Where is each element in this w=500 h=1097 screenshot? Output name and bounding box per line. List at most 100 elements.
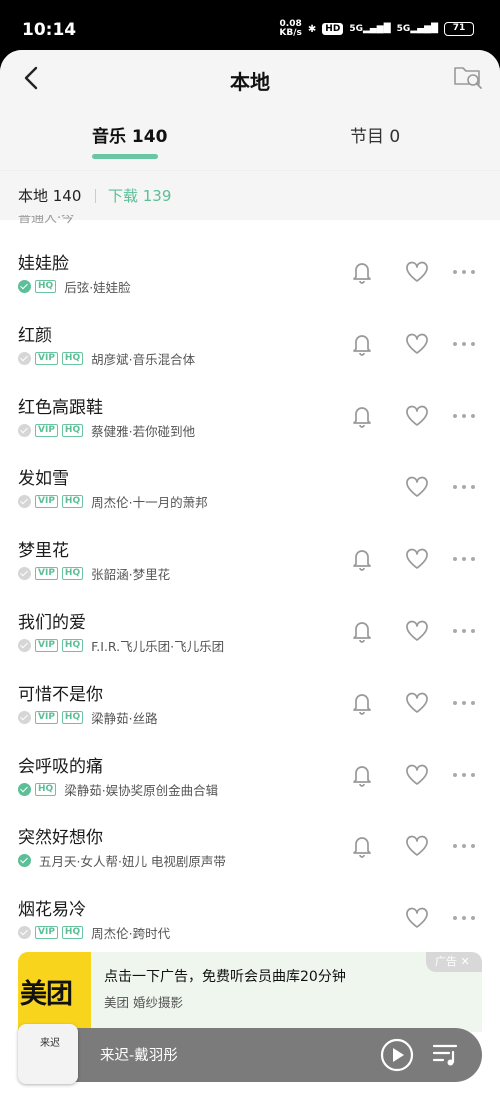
song-row[interactable]: 娃娃脸 HQ 后弦·娃娃脸 — [0, 237, 500, 309]
mini-player[interactable]: 来迟 来迟-戴羽彤 — [18, 1024, 482, 1084]
song-meta: VIP HQ 张韶涵·梦里花 — [18, 564, 170, 583]
song-artist-album: 后弦·娃娃脸 — [64, 280, 131, 295]
playlist-icon[interactable] — [432, 1042, 460, 1068]
vip-badge: VIP — [35, 638, 58, 652]
hq-badge: HQ — [35, 782, 57, 796]
active-tab-indicator — [92, 154, 158, 159]
song-meta: HQ 后弦·娃娃脸 — [18, 277, 131, 296]
heart-icon[interactable] — [405, 692, 429, 714]
song-artist-album: 周杰伦·跨时代 — [91, 926, 171, 942]
network-speed: 0.08 KB/s — [279, 20, 301, 38]
folder-search-icon[interactable] — [452, 62, 484, 92]
song-row[interactable]: 发如雪 VIP HQ 周杰伦·十一月的萧邦 — [0, 452, 500, 524]
vip-badge: VIP — [35, 423, 58, 437]
heart-icon[interactable] — [405, 907, 429, 929]
song-meta: VIP HQ 蔡健雅·若你碰到他 — [18, 421, 195, 440]
downloaded-check-icon — [18, 423, 31, 437]
heart-icon[interactable] — [405, 764, 429, 786]
song-meta: VIP HQ F.I.R.飞儿乐团·飞儿乐团 — [18, 636, 224, 655]
album-art[interactable]: 来迟 — [18, 1024, 78, 1084]
bell-icon[interactable] — [350, 833, 374, 859]
song-row[interactable]: 红颜 VIP HQ 胡彦斌·音乐混合体 — [0, 309, 500, 381]
ad-banner[interactable]: 美团 点击一下广告，免费听会员曲库20分钟 美团 婚纱摄影 广告 ✕ — [18, 952, 482, 1032]
song-row[interactable]: 可惜不是你 VIP HQ 梁静茹·丝路 — [0, 668, 500, 740]
song-row[interactable]: 我们的爱 VIP HQ F.I.R.飞儿乐团·飞儿乐团 — [0, 596, 500, 668]
downloaded-check-icon — [18, 638, 31, 652]
downloaded-check-icon — [18, 710, 31, 724]
song-meta: 五月天·女人帮·妞儿 电视剧原声带 — [18, 851, 226, 870]
ad-subtitle: 美团 婚纱摄影 — [104, 995, 183, 1010]
filter-download[interactable]: 下载 139 — [108, 185, 171, 206]
heart-icon[interactable] — [405, 620, 429, 642]
more-icon[interactable] — [452, 484, 476, 490]
song-row[interactable]: 会呼吸的痛 HQ 梁静茹·娱协奖原创金曲合辑 — [0, 740, 500, 812]
downloaded-check-icon — [18, 926, 31, 940]
ad-logo: 美团 — [18, 952, 91, 1032]
tab-programs[interactable]: 节目 0 — [350, 122, 400, 147]
song-artist-album: 张韶涵·梦里花 — [91, 567, 171, 583]
song-row[interactable]: 梦里花 VIP HQ 张韶涵·梦里花 — [0, 524, 500, 596]
more-icon[interactable] — [452, 915, 476, 921]
downloaded-check-icon — [18, 495, 31, 509]
bell-icon[interactable] — [350, 331, 374, 357]
more-icon[interactable] — [452, 700, 476, 706]
vip-badge: VIP — [35, 567, 58, 581]
song-artist-album: 梁静茹·娱协奖原创金曲合辑 — [64, 782, 219, 798]
bell-icon[interactable] — [350, 259, 374, 285]
song-row[interactable]: 突然好想你 五月天·女人帮·妞儿 电视剧原声带 — [0, 811, 500, 883]
vip-badge: VIP — [35, 710, 58, 724]
filter-local[interactable]: 本地 140 — [18, 185, 81, 206]
song-title: 娃娃脸 — [18, 254, 69, 274]
heart-icon[interactable] — [405, 333, 429, 355]
hq-badge: HQ — [61, 423, 84, 437]
song-title: 梦里花 — [18, 541, 69, 562]
song-title: 可惜不是你 — [18, 684, 103, 705]
signal-icon: 5G▂▄▆█ — [349, 24, 391, 34]
heart-icon[interactable] — [405, 261, 429, 283]
song-meta: HQ 梁静茹·娱协奖原创金曲合辑 — [18, 780, 218, 799]
hq-badge: HQ — [61, 926, 84, 940]
bell-icon[interactable] — [350, 403, 374, 429]
bell-icon[interactable] — [350, 690, 374, 716]
song-artist-album: F.I.R.飞儿乐团·飞儿乐团 — [91, 638, 225, 654]
more-icon[interactable] — [452, 556, 476, 562]
battery-icon: 71 — [444, 22, 474, 36]
downloaded-check-icon — [18, 567, 31, 581]
more-icon[interactable] — [452, 269, 476, 275]
hq-badge: HQ — [61, 638, 84, 652]
header: 本地 音乐 140 节目 0 — [0, 50, 500, 170]
heart-icon[interactable] — [405, 476, 429, 498]
heart-icon[interactable] — [405, 405, 429, 427]
vip-badge: VIP — [35, 495, 58, 509]
play-icon[interactable] — [380, 1038, 414, 1072]
heart-icon[interactable] — [405, 835, 429, 857]
hq-badge: HQ — [61, 495, 84, 509]
downloaded-check-icon — [18, 280, 31, 293]
song-artist-album: 五月天·女人帮·妞儿 电视剧原声带 — [39, 854, 226, 870]
partial-row-text: 普通人·今 — [18, 215, 75, 226]
bell-icon[interactable] — [350, 762, 374, 788]
song-meta: VIP HQ 周杰伦·跨时代 — [18, 923, 170, 942]
heart-icon[interactable] — [405, 548, 429, 570]
now-playing-title: 来迟-戴羽彤 — [100, 1048, 178, 1064]
song-title: 红颜 — [18, 325, 52, 346]
more-icon[interactable] — [452, 843, 476, 849]
song-title: 我们的爱 — [18, 612, 86, 633]
list-item-partial[interactable]: 普通人·今 — [0, 215, 500, 237]
more-icon[interactable] — [452, 341, 476, 347]
album-art-text: 来迟 — [40, 1038, 60, 1049]
bell-icon[interactable] — [350, 618, 374, 644]
more-icon[interactable] — [452, 413, 476, 419]
song-row[interactable]: 红色高跟鞋 VIP HQ 蔡健雅·若你碰到他 — [0, 381, 500, 453]
song-meta: VIP HQ 梁静茹·丝路 — [18, 708, 158, 727]
ad-title: 点击一下广告，免费听会员曲库20分钟 — [104, 969, 346, 985]
ad-close-button[interactable]: 广告 ✕ — [426, 952, 482, 972]
more-icon[interactable] — [452, 772, 476, 778]
song-title: 红色高跟鞋 — [18, 397, 103, 418]
song-artist-album: 蔡健雅·若你碰到他 — [91, 423, 196, 439]
more-icon[interactable] — [452, 628, 476, 634]
status-time: 10:14 — [22, 20, 77, 40]
song-row[interactable]: 烟花易冷 VIP HQ 周杰伦·跨时代 — [0, 883, 500, 955]
bell-icon[interactable] — [350, 546, 374, 572]
tab-music[interactable]: 音乐 140 — [92, 122, 167, 147]
